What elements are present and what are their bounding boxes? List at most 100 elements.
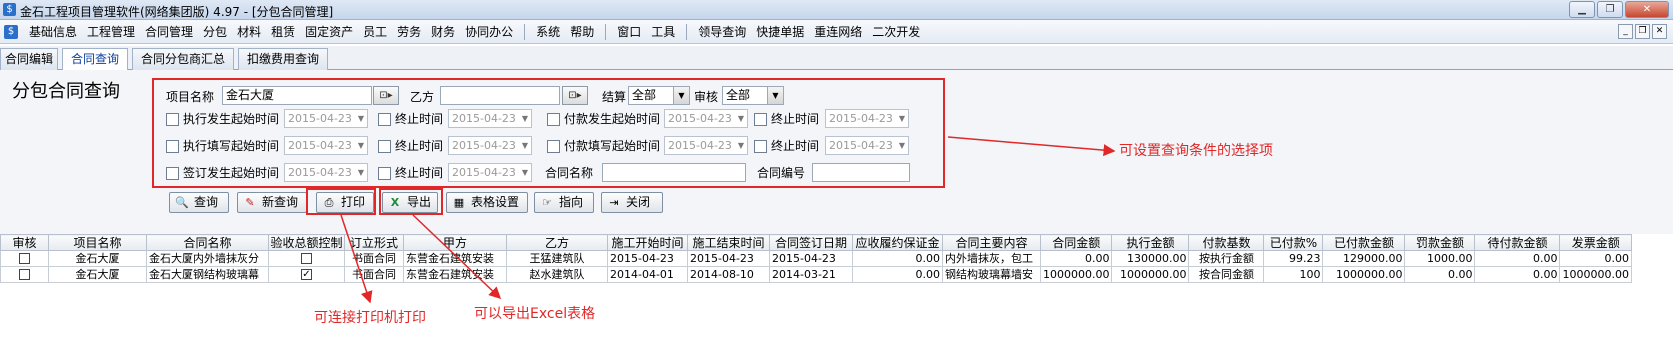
table-cell-start[interactable]: 2014-04-01 bbox=[607, 266, 688, 283]
column-header[interactable]: 施工开始时间 bbox=[607, 234, 688, 251]
tab-subcontractor-summary[interactable]: 合同分包商汇总 bbox=[132, 48, 234, 70]
menu-item[interactable]: 员工 bbox=[358, 24, 392, 40]
project-name-input[interactable]: 金石大厦 bbox=[222, 86, 372, 105]
pay-fill-end-date[interactable]: 2015-04-23 ▼ bbox=[825, 136, 909, 155]
pay-start-date[interactable]: 2015-04-23 ▼ bbox=[664, 109, 748, 128]
table-cell-basis[interactable]: 按执行金额 bbox=[1188, 250, 1265, 267]
table-cell-audit[interactable] bbox=[0, 266, 49, 283]
mdi-minimize-icon[interactable]: _ bbox=[1618, 24, 1633, 39]
checkbox[interactable] bbox=[19, 269, 30, 280]
menu-item[interactable]: 租赁 bbox=[266, 24, 300, 40]
mdi-restore-icon[interactable]: ❐ bbox=[1635, 24, 1650, 39]
menu-item[interactable]: 材料 bbox=[232, 24, 266, 40]
column-header[interactable]: 验收总额控制 bbox=[268, 234, 345, 251]
menu-item[interactable]: 合同管理 bbox=[140, 24, 198, 40]
exec-fill-start-checkbox[interactable] bbox=[166, 140, 179, 153]
table-cell-paid[interactable]: 129000.00 bbox=[1322, 250, 1406, 267]
menu-item[interactable]: 工程管理 bbox=[82, 24, 140, 40]
checked-checkbox[interactable]: ✓ bbox=[301, 269, 312, 280]
table-cell-paid[interactable]: 1000000.00 bbox=[1322, 266, 1406, 283]
table-cell-amount[interactable]: 1000000.00 bbox=[1039, 266, 1113, 283]
table-cell-party-b[interactable]: 王猛建筑队 bbox=[506, 250, 608, 267]
menu-item[interactable]: 财务 bbox=[426, 24, 460, 40]
column-header[interactable]: 合同金额 bbox=[1039, 234, 1113, 251]
pay-end-date[interactable]: 2015-04-23 ▼ bbox=[825, 109, 909, 128]
table-cell-deposit[interactable]: 0.00 bbox=[852, 250, 943, 267]
column-header[interactable]: 合同主要内容 bbox=[942, 234, 1041, 251]
exec-start-date[interactable]: 2015-04-23 ▼ bbox=[284, 109, 368, 128]
column-header[interactable]: 审核 bbox=[0, 234, 49, 251]
table-row[interactable]: 金石大厦 金石大厦钢结构玻璃幕 ✓ 书面合同 东营金石建筑安装 赵水建筑队 2014-04-… bbox=[0, 266, 1632, 283]
contract-no-input[interactable] bbox=[812, 163, 910, 182]
table-cell-paid-pct[interactable]: 100 bbox=[1263, 266, 1324, 283]
pay-start-checkbox[interactable] bbox=[547, 113, 560, 126]
menu-item[interactable]: 劳务 bbox=[392, 24, 426, 40]
minimize-icon[interactable]: ▁ bbox=[1569, 1, 1595, 18]
menu-item[interactable]: 快捷单据 bbox=[751, 24, 809, 40]
sign-end-checkbox[interactable] bbox=[378, 167, 391, 180]
column-header[interactable]: 项目名称 bbox=[48, 234, 147, 251]
table-cell-signed[interactable]: 2015-04-23 bbox=[769, 250, 853, 267]
audit-select[interactable]: 全部 ▼ bbox=[722, 86, 784, 105]
table-cell-pending[interactable]: 0.00 bbox=[1474, 250, 1561, 267]
table-cell-content[interactable]: 钢结构玻璃幕墙安 bbox=[942, 266, 1041, 283]
column-header[interactable]: 待付款金额 bbox=[1474, 234, 1561, 251]
exec-fill-start-date[interactable]: 2015-04-23 ▼ bbox=[284, 136, 368, 155]
table-cell-project[interactable]: 金石大厦 bbox=[48, 266, 147, 283]
column-header[interactable]: 执行金额 bbox=[1111, 234, 1190, 251]
checkbox[interactable] bbox=[301, 253, 312, 264]
settle-select[interactable]: 全部 ▼ bbox=[628, 86, 690, 105]
app-menu-icon[interactable]: $ bbox=[4, 25, 18, 39]
close-button[interactable]: ⇥ 关闭 bbox=[601, 192, 663, 213]
menu-item[interactable]: 分包 bbox=[198, 24, 232, 40]
column-header[interactable]: 已付款金额 bbox=[1322, 234, 1406, 251]
table-cell-party-a[interactable]: 东营金石建筑安装 bbox=[403, 266, 507, 283]
column-header[interactable]: 合同签订日期 bbox=[769, 234, 853, 251]
table-cell-invoice[interactable]: 0.00 bbox=[1559, 250, 1632, 267]
tab-contract-edit[interactable]: 合同编辑 bbox=[0, 48, 58, 70]
menu-item[interactable]: 窗口 bbox=[612, 24, 646, 40]
tab-deduction-query[interactable]: 扣缴费用查询 bbox=[238, 48, 328, 70]
exec-fill-end-checkbox[interactable] bbox=[378, 140, 391, 153]
table-cell-form[interactable]: 书面合同 bbox=[344, 250, 404, 267]
column-header[interactable]: 付款基数 bbox=[1188, 234, 1265, 251]
table-cell-form[interactable]: 书面合同 bbox=[344, 266, 404, 283]
new-query-button[interactable]: ✎ 新查询 bbox=[237, 192, 307, 213]
table-settings-button[interactable]: ▦ 表格设置 bbox=[446, 192, 528, 213]
table-cell-deposit[interactable]: 0.00 bbox=[852, 266, 943, 283]
menu-item[interactable]: 领导查询 bbox=[693, 24, 751, 40]
table-cell-invoice[interactable]: 1000000.00 bbox=[1559, 266, 1632, 283]
menu-item[interactable]: 二次开发 bbox=[867, 24, 925, 40]
menu-item[interactable]: 系统 bbox=[531, 24, 565, 40]
sign-start-date[interactable]: 2015-04-23 ▼ bbox=[284, 163, 368, 182]
table-cell-exec[interactable]: 130000.00 bbox=[1111, 250, 1190, 267]
contract-name-input[interactable] bbox=[602, 163, 746, 182]
table-cell-fine[interactable]: 0.00 bbox=[1404, 266, 1476, 283]
menu-item[interactable]: 重连网络 bbox=[809, 24, 867, 40]
column-header[interactable]: 已付款% bbox=[1263, 234, 1324, 251]
menu-item[interactable]: 工具 bbox=[646, 24, 680, 40]
table-cell-party-b[interactable]: 赵水建筑队 bbox=[506, 266, 608, 283]
column-header[interactable]: 订立形式 bbox=[344, 234, 404, 251]
column-header[interactable]: 乙方 bbox=[506, 234, 608, 251]
column-header[interactable]: 应收履约保证金 bbox=[852, 234, 943, 251]
column-header[interactable]: 甲方 bbox=[403, 234, 507, 251]
table-cell-control[interactable] bbox=[268, 250, 345, 267]
query-button[interactable]: 🔍 查询 bbox=[169, 192, 229, 213]
pointer-button[interactable]: ☞ 指向 bbox=[534, 192, 594, 213]
table-row[interactable]: 金石大厦 金石大厦内外墙抹灰分 书面合同 东营金石建筑安装 王猛建筑队 2015-04-2… bbox=[0, 250, 1632, 267]
column-header[interactable]: 合同名称 bbox=[146, 234, 269, 251]
party-b-picker-button[interactable]: ⊡▸ bbox=[562, 86, 588, 105]
table-cell-start[interactable]: 2015-04-23 bbox=[607, 250, 688, 267]
restore-icon[interactable]: ❐ bbox=[1597, 1, 1623, 18]
close-icon[interactable]: ✕ bbox=[1625, 1, 1669, 18]
column-header[interactable]: 施工结束时间 bbox=[687, 234, 770, 251]
exec-end-date[interactable]: 2015-04-23 ▼ bbox=[448, 109, 532, 128]
pay-end-checkbox[interactable] bbox=[754, 113, 767, 126]
table-cell-contract[interactable]: 金石大厦钢结构玻璃幕 bbox=[146, 266, 269, 283]
exec-end-checkbox[interactable] bbox=[378, 113, 391, 126]
table-cell-exec[interactable]: 1000000.00 bbox=[1111, 266, 1190, 283]
table-cell-fine[interactable]: 1000.00 bbox=[1404, 250, 1476, 267]
party-b-input[interactable] bbox=[440, 86, 560, 105]
table-cell-end[interactable]: 2014-08-10 bbox=[687, 266, 770, 283]
